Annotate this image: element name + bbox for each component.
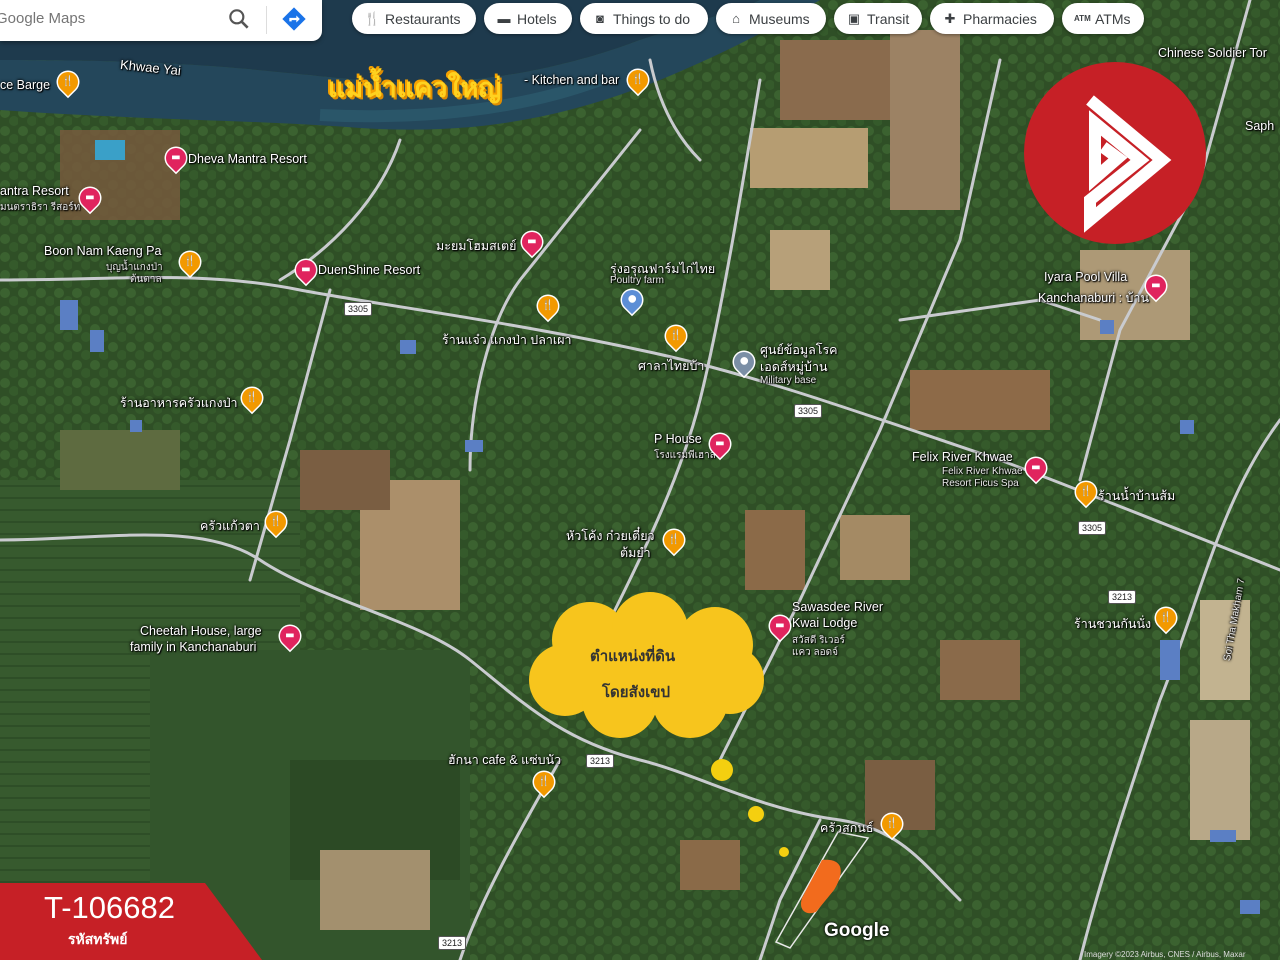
place-label-ran-chuan: ร้านชวนกันนั่ง: [1074, 617, 1152, 631]
chip-label: Museums: [749, 10, 810, 27]
pharmacy-icon: ✚: [944, 10, 956, 26]
reference-caption: รหัสทรัพย์: [68, 932, 128, 948]
place-label-phouse-sub: โรงแรมพีเฮาส์: [654, 450, 716, 461]
chip-atms[interactable]: ATM ATMs: [1062, 3, 1144, 34]
place-label-boon: Boon Nam Kaeng Pa: [44, 244, 162, 258]
road-shield-3305: 3305: [1078, 521, 1107, 535]
road-shield-3213: 3213: [438, 936, 467, 950]
place-label-ban-som: ร้านน้ำบ้านส้ม: [1098, 489, 1176, 503]
chip-label: Pharmacies: [963, 10, 1037, 27]
place-label-phouse: P House: [654, 432, 702, 446]
chip-museums[interactable]: ⌂ Museums: [716, 3, 826, 34]
place-label-krua-kaew: ครัวแก้วตา: [200, 519, 260, 533]
marker-dot-small: [779, 847, 789, 857]
chip-label: Things to do: [613, 10, 691, 27]
place-label-iyara: Iyara Pool Villa: [1044, 270, 1128, 284]
road-shield-3213: 3213: [586, 754, 615, 768]
chip-things-to-do[interactable]: ◙ Things to do: [580, 3, 708, 34]
place-label-barge: ce Barge: [0, 78, 51, 92]
place-label-krua-sakon: ครัวสกนธ์: [820, 821, 874, 835]
chip-label: Transit: [867, 10, 910, 27]
road-shield-3305: 3305: [344, 302, 373, 316]
place-label-mantra-sub: มนตราธิรา รีสอร์ท: [0, 202, 81, 213]
place-label-felix: Felix River Khwae: [912, 450, 1013, 464]
place-label-kuay2: ต้มยำ: [620, 546, 651, 560]
search-separator: [266, 6, 267, 34]
road-shield-3213: 3213: [1108, 590, 1137, 604]
satellite-map[interactable]: [0, 0, 1280, 960]
place-label-raneaw: ร้านแจ๋ว แกงป่า ปลาเผา: [442, 333, 572, 347]
cloud-text-line2: โดยสังเขป: [602, 683, 670, 701]
place-label-sawasdee2: Kwai Lodge: [792, 616, 858, 630]
directions-icon[interactable]: [280, 5, 308, 33]
place-label-iyara-sub: Kanchanaburi : บ้าน: [1038, 291, 1150, 305]
google-logo: Google: [824, 920, 890, 941]
place-label-boon-sub2: ต้นตาล: [130, 274, 162, 285]
reference-code: T-106682: [44, 890, 175, 925]
chip-hotels[interactable]: ▬ Hotels: [484, 3, 572, 34]
imagery-attribution: Imagery ©2023 Airbus, CNES / Airbus, Max…: [1084, 950, 1246, 959]
search-input[interactable]: [0, 0, 210, 37]
place-label-mantra: antra Resort: [0, 184, 69, 198]
marker-dot-medium: [748, 806, 764, 822]
museum-icon: ⌂: [732, 11, 740, 26]
place-label-maiyom: มะยมโฮมสเตย์: [436, 239, 517, 253]
place-label-military: Military base: [760, 375, 817, 386]
chip-label: ATMs: [1095, 10, 1131, 27]
place-label-sawasdee4: แคว ลอดจ์: [792, 647, 839, 658]
place-label-poultry-sub: Poultry farm: [610, 275, 664, 286]
camera-icon: ◙: [596, 11, 604, 26]
chip-restaurants[interactable]: 🍴 Restaurants: [352, 3, 476, 34]
chip-label: Restaurants: [385, 10, 461, 27]
chip-transit[interactable]: ▣ Transit: [834, 3, 922, 34]
place-label-dheva: Dheva Mantra Resort: [188, 152, 307, 166]
place-label-sawasdee: Sawasdee River: [792, 600, 884, 614]
bus-icon: ▣: [847, 10, 861, 26]
search-bar[interactable]: [0, 0, 322, 41]
search-icon[interactable]: [226, 6, 252, 32]
river-thai-title: แม่น้ำแควใหญ่: [328, 73, 502, 104]
place-label-felix-sub: Felix River Khwae: [942, 466, 1023, 477]
road-shield-3305: 3305: [794, 404, 823, 418]
chip-label: Hotels: [517, 10, 557, 27]
atm-icon: ATM: [1074, 14, 1091, 23]
place-label-saphan: Saph: [1245, 119, 1275, 133]
place-label-chinese: Chinese Soldier Tor: [1158, 46, 1267, 60]
chip-pharmacies[interactable]: ✚ Pharmacies: [930, 3, 1054, 34]
place-label-felix-sub2: Resort Ficus Spa: [942, 478, 1019, 489]
cloud-text-line1: ตำแหน่งที่ดิน: [590, 647, 676, 665]
place-label-center2: เอดส์หมู่บ้าน: [760, 360, 828, 374]
marker-dot-large: [711, 759, 733, 781]
place-label-cheetah: Cheetah House, large: [140, 624, 262, 638]
bed-icon: ▬: [497, 11, 511, 26]
fork-knife-icon: 🍴: [364, 10, 381, 26]
place-label-kitchen: - Kitchen and bar: [524, 73, 620, 87]
place-label-hakna: ฮักนา cafe & แซ่บนัว: [448, 753, 562, 767]
place-label-restaurant-krua: ร้านอาหารครัวแกงป่า: [120, 396, 238, 410]
place-label-salataima: ศาลาไทยบ้า: [638, 359, 705, 373]
place-label-cheetah2: family in Kanchanaburi: [130, 640, 257, 654]
place-label-duenshine: DuenShine Resort: [318, 263, 421, 277]
